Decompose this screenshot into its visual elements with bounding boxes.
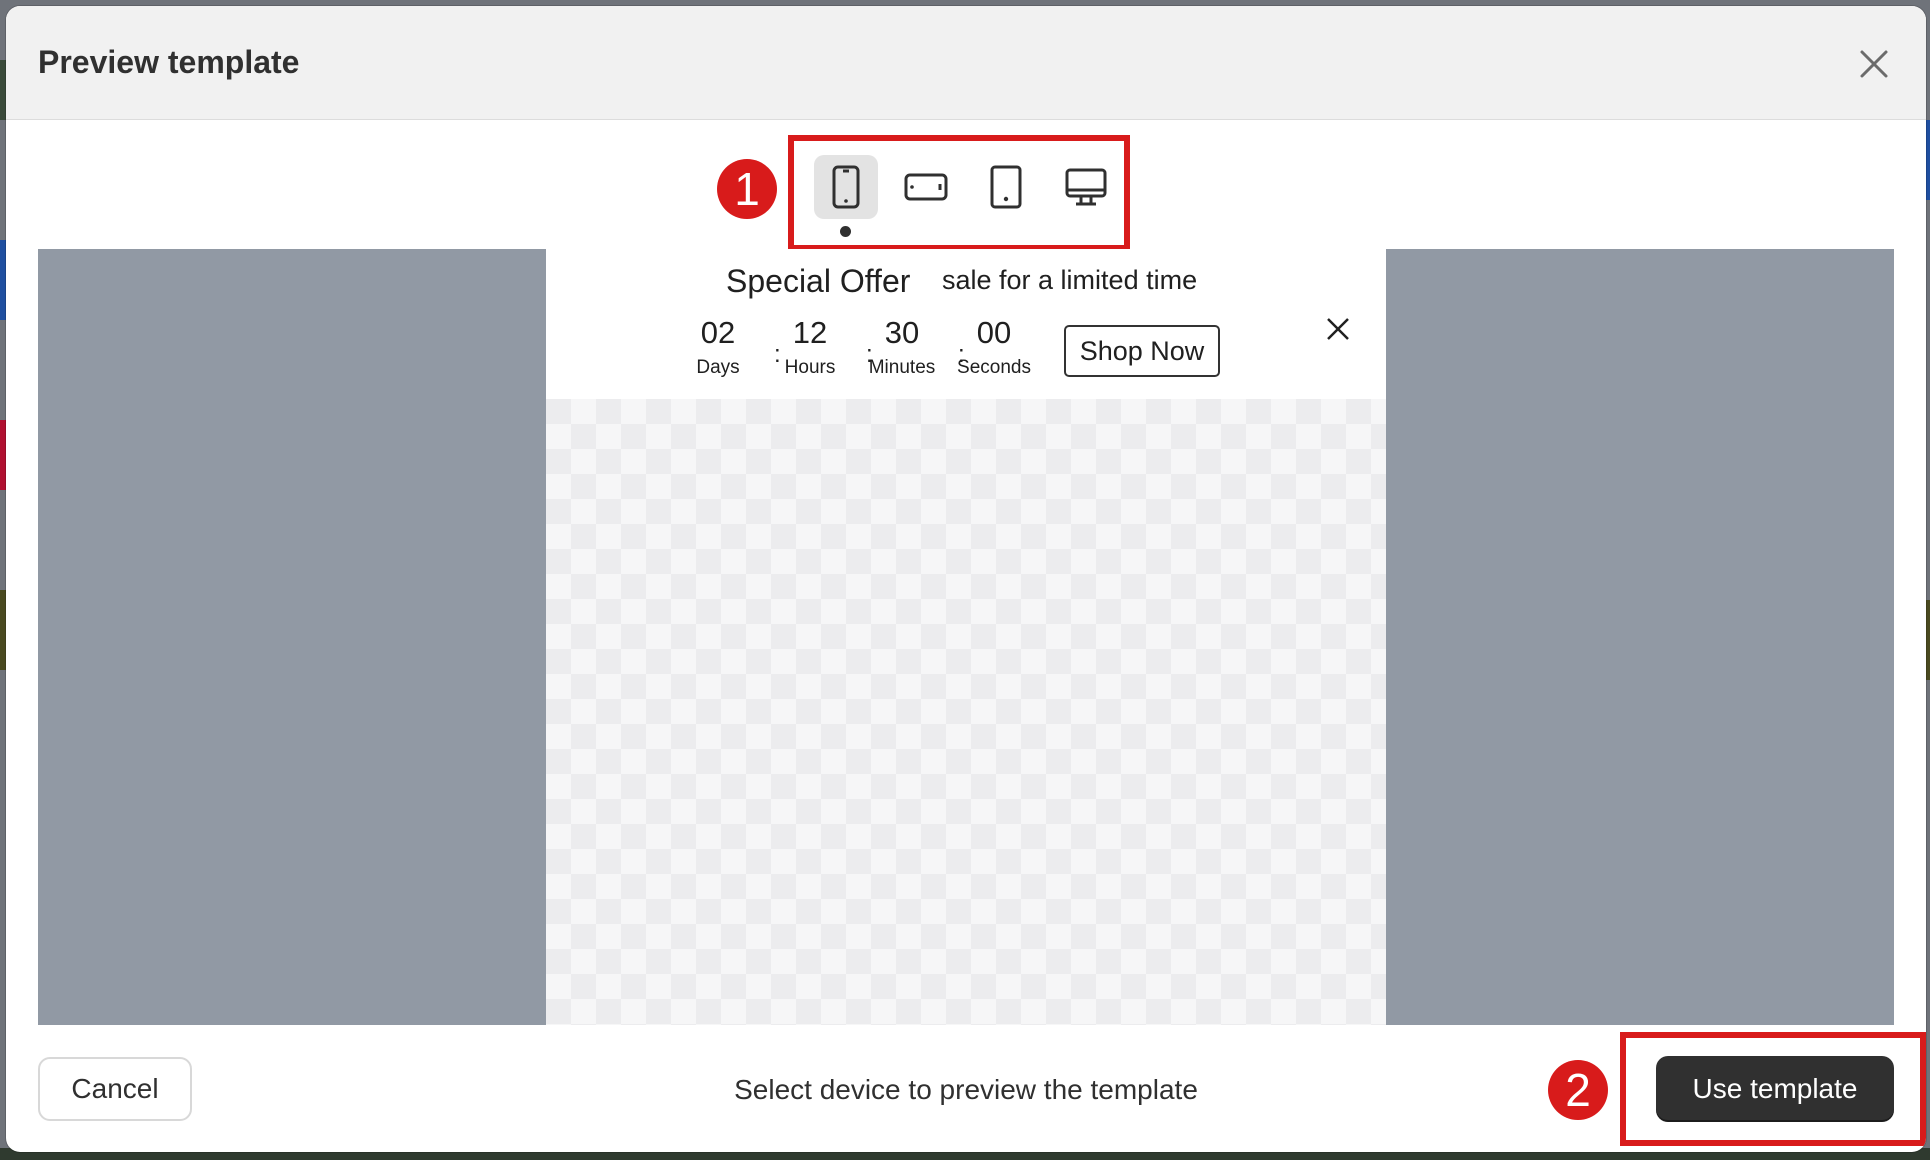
desktop-icon	[1065, 168, 1107, 206]
device-selector: 1	[6, 135, 1926, 251]
countdown-label: Days	[696, 357, 740, 378]
countdown-minutes: 30 Minutes	[857, 315, 947, 379]
banner-close-icon[interactable]	[1324, 315, 1352, 343]
device-mobile-landscape-button[interactable]	[894, 155, 958, 219]
mobile-preview-frame: Special Offer sale for a limited time 02…	[546, 249, 1386, 1025]
banner-subtitle: sale for a limited time	[942, 265, 1198, 295]
countdown-label: Seconds	[957, 357, 1031, 378]
countdown-value: 00	[976, 315, 1012, 350]
countdown-label: Hours	[784, 357, 836, 378]
device-mobile-button[interactable]	[814, 155, 878, 219]
step-badge-1: 1	[717, 159, 777, 219]
shop-now-button[interactable]: Shop Now	[1064, 325, 1220, 377]
preview-area: Special Offer sale for a limited time 02…	[38, 249, 1894, 1025]
modal-title: Preview template	[38, 44, 300, 80]
step-badge-2: 2	[1548, 1060, 1608, 1120]
countdown-hours: 12 Hours	[765, 315, 855, 379]
countdown-value: 02	[700, 315, 736, 350]
active-device-indicator	[840, 226, 851, 237]
device-tablet-button[interactable]	[974, 155, 1038, 219]
banner-title: Special Offer	[726, 263, 911, 299]
countdown-label: Minutes	[868, 357, 936, 378]
countdown-banner: Special Offer sale for a limited time 02…	[546, 249, 1386, 399]
device-desktop-button[interactable]	[1054, 155, 1118, 219]
countdown-value: 30	[884, 315, 920, 350]
countdown-days: 02 Days	[673, 315, 763, 379]
countdown-seconds: 00 Seconds	[949, 315, 1039, 379]
mobile-portrait-icon	[832, 165, 860, 209]
use-template-button[interactable]: Use template	[1656, 1056, 1894, 1122]
modal-header: Preview template	[6, 6, 1926, 120]
preview-template-modal: Preview template 1 Special Offer sale fo…	[6, 6, 1926, 1152]
tablet-icon	[990, 165, 1022, 209]
countdown-value: 12	[792, 315, 828, 350]
mobile-landscape-icon	[904, 173, 948, 201]
close-icon[interactable]	[1856, 46, 1892, 82]
